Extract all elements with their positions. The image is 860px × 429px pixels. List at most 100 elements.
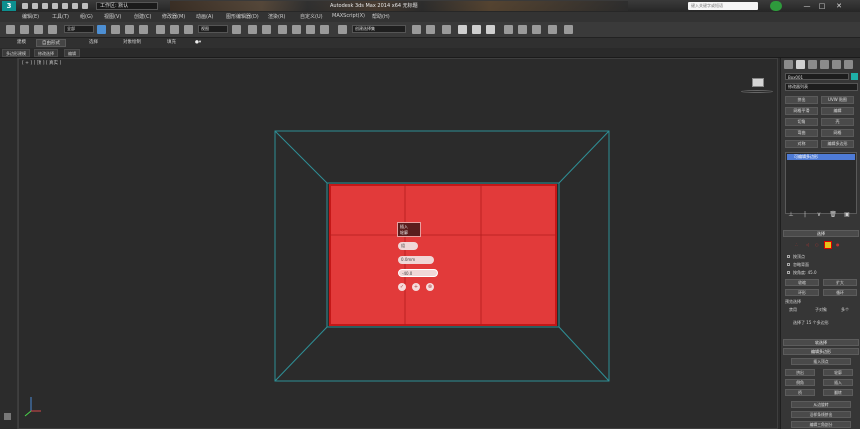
by-angle-checkbox[interactable] [787,271,790,274]
create-tab-icon[interactable] [784,60,793,69]
percent-snap-icon[interactable] [306,25,315,34]
bridge-button[interactable]: 桥 [785,389,815,396]
object-name-field[interactable]: Box001 [785,73,849,80]
ribbon-tab-modeling[interactable]: 建模 [12,39,31,47]
material-editor-icon[interactable] [504,25,513,34]
menu-modifiers[interactable]: 修改器(M) [162,13,185,20]
select-manipulate-icon[interactable] [248,25,257,34]
edit-named-selection-icon[interactable] [338,25,347,34]
minimize-button[interactable]: — [800,1,814,11]
hold-icon[interactable] [72,3,78,9]
align-icon[interactable] [426,25,435,34]
selection-region-icon[interactable] [125,25,134,34]
select-object-icon[interactable] [97,25,106,34]
ribbon-toggle-icon[interactable]: ●▾ [190,39,206,47]
render-cloud-icon[interactable] [564,25,573,34]
keyboard-shortcut-icon[interactable] [262,25,271,34]
rendered-frame-window-icon[interactable] [532,25,541,34]
open-file-icon[interactable] [32,3,38,9]
menu-views[interactable]: 视图(V) [104,13,121,20]
menu-customize[interactable]: 自定义(U) [300,13,323,20]
modifier-button-chamfer[interactable]: 切角 [785,118,818,126]
extrude-button[interactable]: 挤出 [785,369,815,376]
pin-stack-icon[interactable]: ⊥ [787,211,795,219]
extrude-along-spline-button[interactable]: 沿样条线挤出 [791,411,851,418]
ribbon-tab-freeform[interactable]: 自由形式 [36,39,66,47]
flip-button[interactable]: 翻转 [823,389,853,396]
save-file-icon[interactable] [42,3,48,9]
vertex-mode-icon[interactable]: ∴ [795,242,798,247]
caddy-apply-icon[interactable]: + [412,283,420,291]
modifier-list-dropdown[interactable]: 修改器列表 [785,83,858,91]
layer-manager-icon[interactable] [442,25,451,34]
rotate-icon[interactable] [170,25,179,34]
remove-modifier-icon[interactable]: 🗑 [829,211,837,219]
edit-polygons-rollout-header[interactable]: 编辑多边形 [783,348,859,355]
modifier-stack[interactable]: 可编辑多边形 [785,152,857,214]
ribbon-tab-selection[interactable]: 选择 [84,39,103,47]
pivot-center-icon[interactable] [232,25,241,34]
grow-button[interactable]: 扩大 [823,279,857,286]
ignore-backfacing-checkbox[interactable] [787,263,790,266]
help-icon[interactable] [770,1,782,11]
maxscript-listener-icon[interactable] [4,413,11,420]
redo-icon[interactable] [62,3,68,9]
reference-coordinate-dropdown[interactable]: 视图 [198,25,228,33]
snaps-toggle-icon[interactable] [278,25,287,34]
modifier-button-symmetry[interactable]: 对称 [785,140,818,148]
select-by-name-icon[interactable] [111,25,120,34]
menu-tools[interactable]: 工具(T) [52,13,69,20]
insert-vertex-button[interactable]: 插入顶点 [791,358,851,365]
preview-option-disabled[interactable]: 禁用 [789,307,797,313]
search-input[interactable]: 键入关键字或短语 [688,2,758,10]
ribbon-panel-polygon-modeling[interactable]: 多边形建模 [2,49,30,57]
ribbon-tab-populate[interactable]: 填充 [162,39,181,47]
menu-rendering[interactable]: 渲染(R) [268,13,285,20]
bevel-button[interactable]: 倒角 [785,379,815,386]
maximize-button[interactable]: □ [815,1,829,11]
object-color-swatch[interactable] [851,73,858,80]
utilities-tab-icon[interactable] [844,60,853,69]
display-tab-icon[interactable] [832,60,841,69]
modifier-button-edit[interactable]: 编辑 [821,107,854,115]
modifier-button-mesh[interactable]: 网格 [821,129,854,137]
menu-graph-editors[interactable]: 图形编辑器(D) [226,13,259,20]
make-unique-icon[interactable]: ∨ [815,211,823,219]
show-end-result-icon[interactable]: | [801,211,809,219]
window-crossing-icon[interactable] [139,25,148,34]
configure-modifier-sets-icon[interactable]: ▣ [843,211,851,219]
motion-tab-icon[interactable] [820,60,829,69]
element-mode-icon[interactable]: ● [836,242,840,247]
perspective-viewport[interactable]: [ + ] [ 顶 ] [ 真实 ] 插入 轮廓 组 0.0mm -40.0 ✓… [18,58,778,429]
schematic-view-icon[interactable] [486,25,495,34]
bind-space-warp-icon[interactable] [34,25,43,34]
by-vertex-checkbox[interactable] [787,255,790,258]
modifier-button-extrude[interactable]: 挤出 [785,96,818,104]
menu-help[interactable]: 帮助(H) [372,13,390,20]
workspace-dropdown[interactable]: 工作区: 默认 [96,2,158,10]
move-icon[interactable] [156,25,165,34]
edit-triangulation-button[interactable]: 编辑三角剖分 [791,421,851,428]
caddy-group-field[interactable]: 组 [398,242,418,250]
shrink-button[interactable]: 收缩 [785,279,819,286]
by-angle-label[interactable]: 按角度: 45.0 [793,270,817,276]
ribbon-panel-modify-selection[interactable]: 修改选择 [34,49,58,57]
polygon-mode-icon[interactable] [824,241,832,249]
undo-icon[interactable] [52,3,58,9]
outline-button[interactable]: 轮廓 [823,369,853,376]
edge-mode-icon[interactable]: ◁ [806,242,809,247]
stack-item-editable-poly[interactable]: 可编辑多边形 [787,154,855,160]
spinner-snap-icon[interactable] [320,25,329,34]
modify-tab-icon[interactable] [796,60,805,69]
caddy-cancel-icon[interactable]: ⊗ [426,283,434,291]
angle-snap-icon[interactable] [292,25,301,34]
named-selection-dropdown[interactable]: 创建选择集 [352,25,406,33]
loop-button[interactable]: 循环 [823,289,857,296]
selection-rollout-header[interactable]: 选择 [783,230,859,237]
render-production-icon[interactable] [548,25,557,34]
menu-maxscript[interactable]: MAXScript(X) [332,13,365,19]
app-logo-icon[interactable]: 3 [2,1,16,11]
caddy-amount-field[interactable]: 0.0mm [398,256,434,264]
soft-selection-rollout-header[interactable]: 软选择 [783,339,859,346]
scale-icon[interactable] [184,25,193,34]
